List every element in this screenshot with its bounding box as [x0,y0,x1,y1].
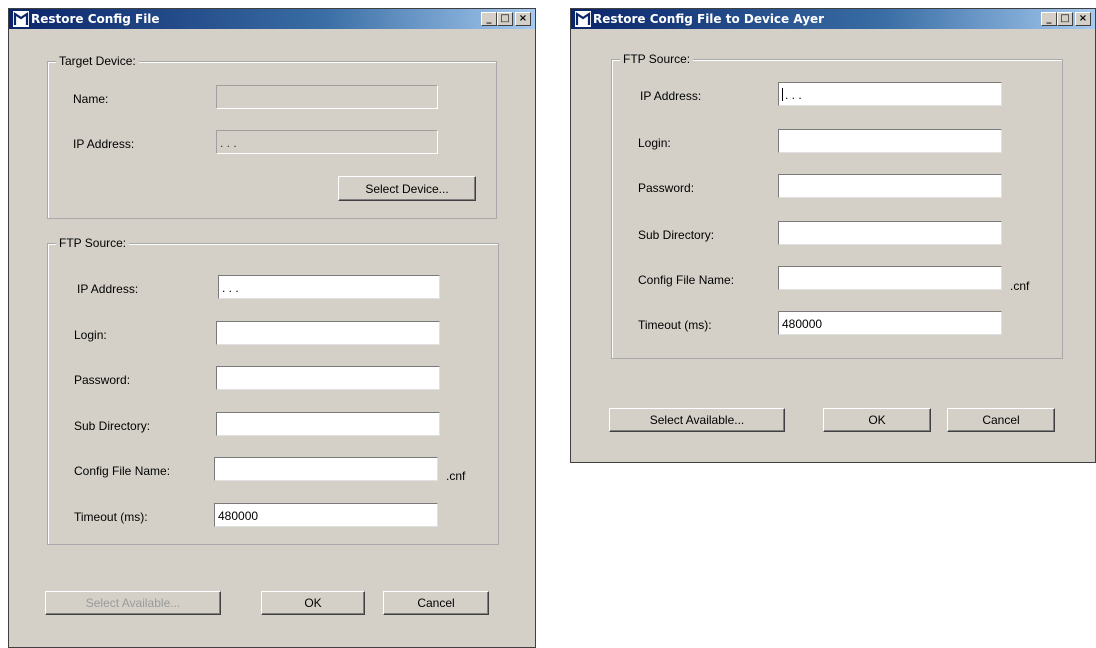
login-field[interactable] [778,129,1002,153]
ftp-source-group: FTP Source: IP Address: . . . Login: Pas… [47,236,499,545]
ftp-source-label: FTP Source: [56,236,130,250]
ftp-ip-label: IP Address: [77,282,139,296]
cancel-label: Cancel [417,596,455,610]
ok-button[interactable]: OK [823,408,931,432]
app-icon [575,11,591,27]
subdir-label: Sub Directory: [638,228,715,242]
maximize-button[interactable]: □ [497,12,513,26]
text-cursor [782,88,783,101]
ftp-ip-field[interactable]: . . . [218,275,440,299]
config-file-field[interactable] [214,457,438,481]
ftp-ip-value: . . . [785,88,802,102]
ok-button[interactable]: OK [261,591,365,615]
window-controls: _ □ × [1041,12,1091,26]
restore-config-window: Restore Config File _ □ × Target Device:… [8,8,536,648]
timeout-label: Timeout (ms): [74,510,148,524]
select-device-label: Select Device... [365,181,449,196]
window-title: Restore Config File to Device Ayer [593,12,825,26]
window-controls: _ □ × [481,12,531,26]
subdir-label: Sub Directory: [74,419,151,433]
device-ip-field: . . . [216,130,438,154]
device-name-field [216,85,438,109]
name-label: Name: [73,92,109,106]
config-file-label: Config File Name: [74,464,171,478]
title-bar[interactable]: Restore Config File _ □ × [9,9,535,29]
cnf-suffix: .cnf [1010,279,1030,293]
subdir-field[interactable] [216,412,440,436]
timeout-field[interactable]: 480000 [778,311,1002,335]
timeout-field[interactable]: 480000 [214,503,438,527]
password-field[interactable] [216,366,440,390]
password-label: Password: [74,373,131,387]
password-label: Password: [638,181,695,195]
select-available-label: Select Available... [85,596,181,610]
title-bar[interactable]: Restore Config File to Device Ayer _ □ × [571,9,1095,29]
target-device-label: Target Device: [56,54,139,68]
select-available-button[interactable]: Select Available... [45,591,221,615]
config-file-field[interactable] [778,266,1002,290]
ftp-source-group: FTP Source: IP Address: . . . Login: Pas… [611,52,1063,359]
close-button[interactable]: × [515,12,531,26]
login-label: Login: [74,328,107,342]
device-ip-label: IP Address: [73,137,135,151]
password-field[interactable] [778,174,1002,198]
app-icon [13,11,29,27]
minimize-button[interactable]: _ [1041,12,1057,26]
restore-config-device-window: Restore Config File to Device Ayer _ □ ×… [570,8,1096,463]
select-available-button[interactable]: Select Available... [609,408,785,432]
maximize-button[interactable]: □ [1057,12,1073,26]
select-available-label: Select Available... [649,413,745,427]
config-file-label: Config File Name: [638,273,735,287]
minimize-button[interactable]: _ [481,12,497,26]
close-button[interactable]: × [1075,12,1091,26]
select-device-button[interactable]: Select Device... [338,176,476,201]
subdir-field[interactable] [778,221,1002,245]
ok-label: OK [304,596,322,610]
cancel-button[interactable]: Cancel [383,591,489,615]
login-field[interactable] [216,321,440,345]
ok-label: OK [868,413,886,427]
timeout-label: Timeout (ms): [638,318,712,332]
target-device-group: Target Device: Name: IP Address: . . . S… [47,54,497,219]
cancel-button[interactable]: Cancel [947,408,1055,432]
cnf-suffix: .cnf [446,469,466,483]
ftp-source-label: FTP Source: [620,52,694,66]
login-label: Login: [638,136,671,150]
ftp-ip-label: IP Address: [640,89,702,103]
ftp-ip-field[interactable]: . . . [778,82,1002,106]
window-title: Restore Config File [31,12,160,26]
cancel-label: Cancel [982,413,1020,427]
